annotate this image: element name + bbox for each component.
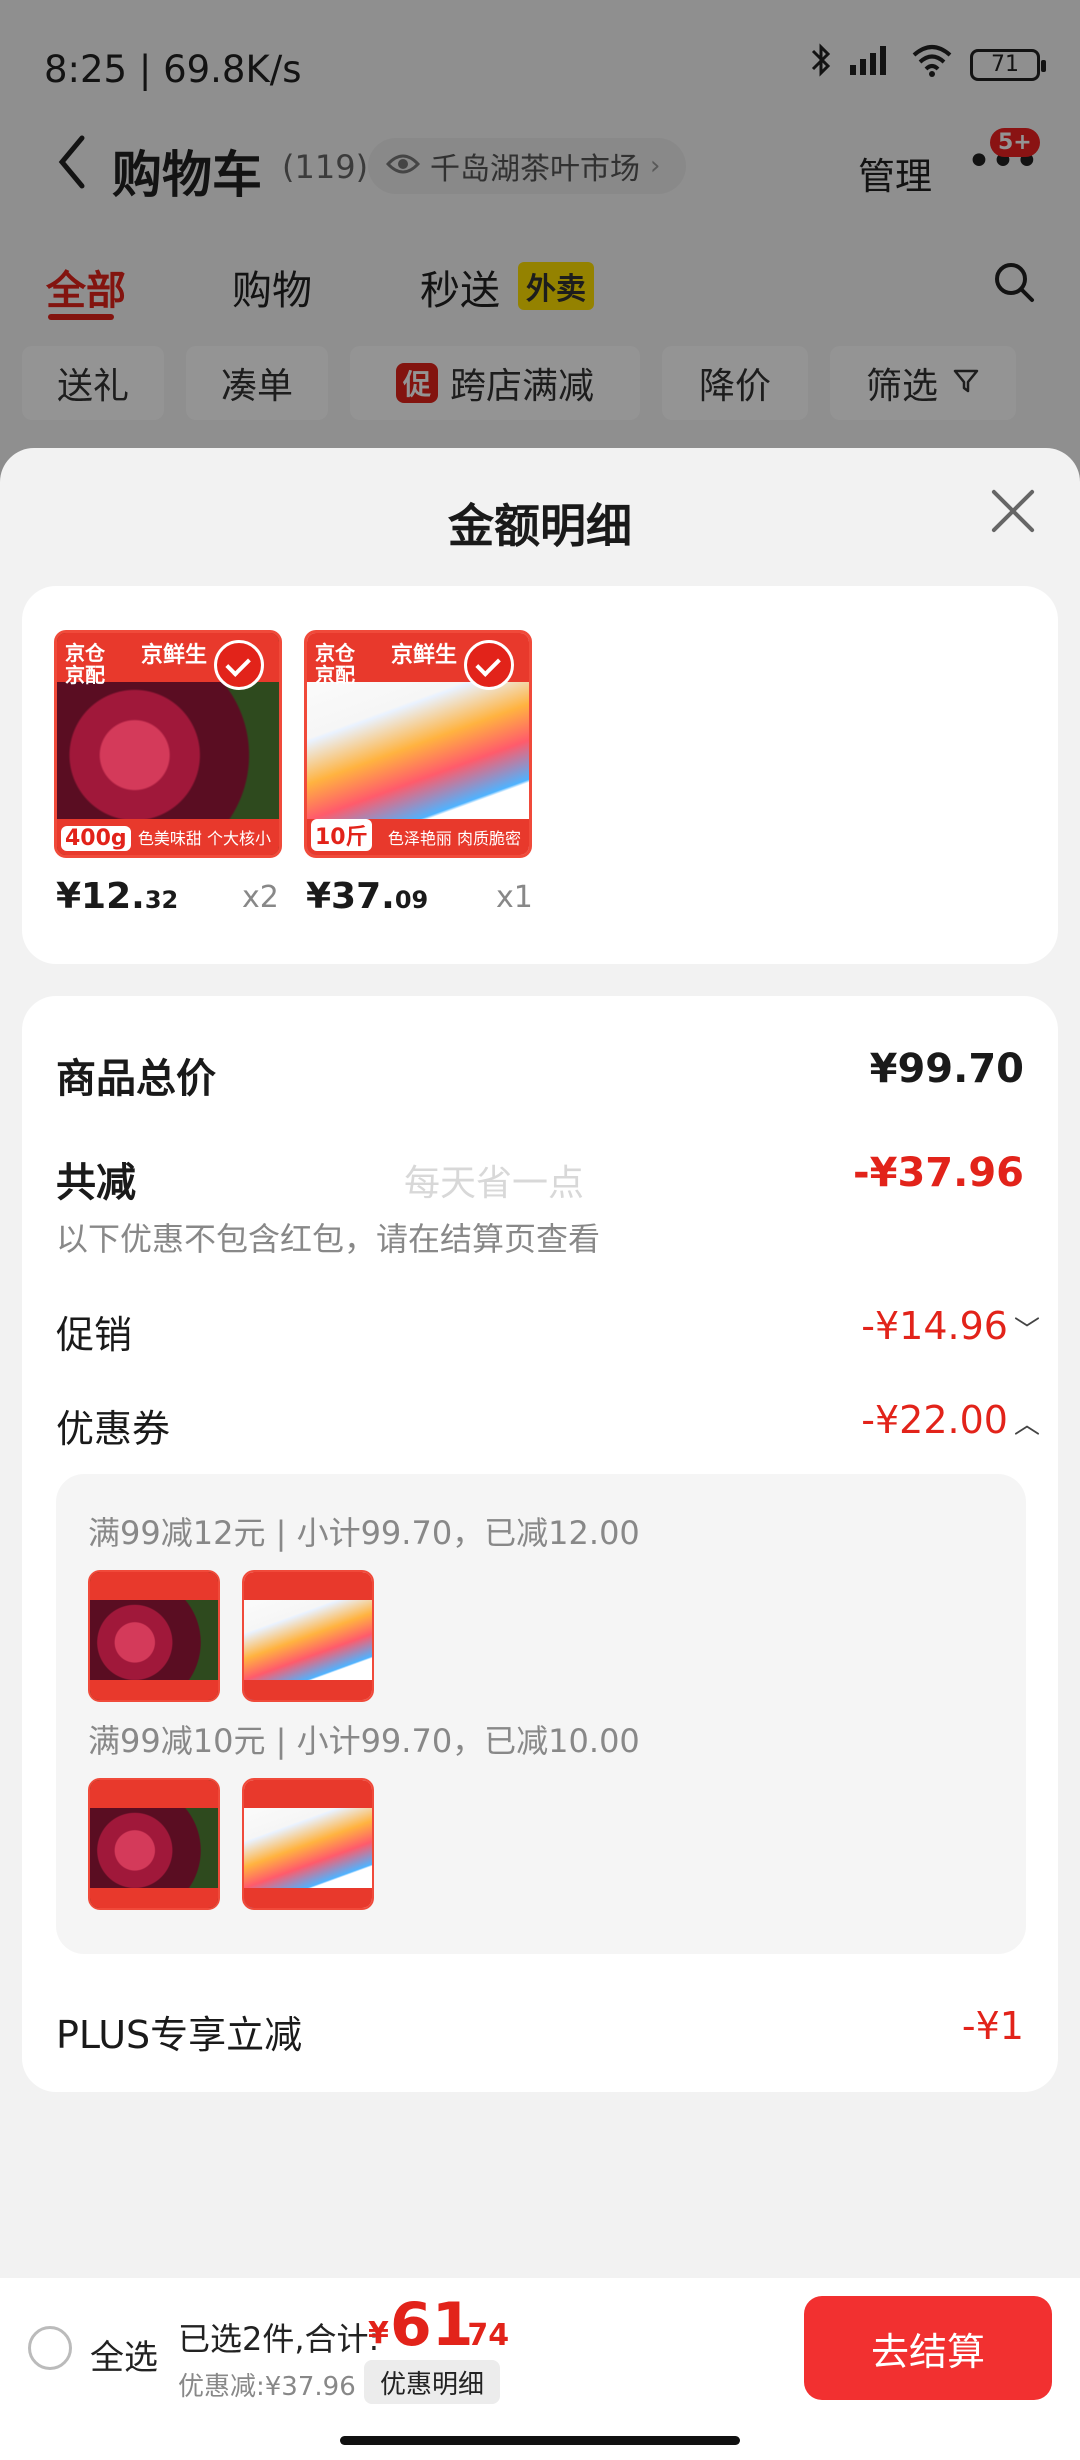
selected-count-text: 已选2件,合计: bbox=[178, 2320, 380, 2358]
total-decimal: .74 bbox=[456, 2318, 510, 2353]
coupon-line: 满99减12元 | 小计99.70，已减12.00 bbox=[88, 1514, 640, 1552]
thumb-brand-bar bbox=[90, 1780, 218, 1809]
product-tag: 色泽艳丽 肉质脆密 bbox=[387, 829, 521, 849]
total-reduction-value: -¥37.96 bbox=[853, 1150, 1024, 1196]
brand-label: 京配 bbox=[65, 663, 105, 687]
chevron-up-icon: ︿ bbox=[1013, 1410, 1040, 1440]
select-all-label[interactable]: 全选 bbox=[90, 2330, 158, 2379]
watermark-text: 每天省一点 bbox=[404, 1163, 585, 1204]
thumb-tag-bar bbox=[244, 1679, 372, 1700]
thumb-tag-bar bbox=[90, 1679, 218, 1700]
promotion-label: 促销 bbox=[56, 1313, 133, 1357]
coupon-product-thumbnail bbox=[242, 1570, 374, 1702]
promotion-value: -¥14.96 bbox=[861, 1304, 1008, 1348]
price-integer: ¥12. bbox=[56, 876, 145, 917]
sheet-title: 金额明细 bbox=[448, 499, 632, 553]
thumb-tag-bar bbox=[90, 1887, 218, 1908]
discount-detail-button[interactable]: 优惠明细 bbox=[364, 2360, 501, 2404]
product-price: ¥37.09 bbox=[306, 876, 428, 917]
chevron-down-icon: ﹀ bbox=[1013, 1316, 1040, 1346]
selected-check-icon bbox=[464, 640, 514, 690]
total-currency: ¥ bbox=[368, 2316, 389, 2351]
total-price-value: ¥99.70 bbox=[869, 1046, 1024, 1092]
thumb-brand-bar bbox=[90, 1572, 218, 1601]
coupon-product-thumbnail bbox=[242, 1778, 374, 1910]
coupon-value: -¥22.00 bbox=[861, 1398, 1008, 1442]
total-price-label: 商品总价 bbox=[56, 1056, 216, 1102]
coupon-product-thumbnail bbox=[88, 1778, 220, 1910]
product-quantity: x2 bbox=[242, 880, 279, 915]
thumb-brand-bar bbox=[244, 1572, 372, 1601]
coupon-label: 优惠券 bbox=[56, 1407, 171, 1451]
price-decimal: 32 bbox=[144, 886, 179, 914]
coupon-row[interactable]: -¥22.00 ︿ bbox=[861, 1398, 1040, 1442]
brand-label: 京配 bbox=[315, 663, 355, 687]
promotion-row[interactable]: -¥14.96 ﹀ bbox=[861, 1304, 1040, 1348]
product-tag: 色美味甜 个大核小 bbox=[137, 829, 271, 849]
thumb-tag-bar bbox=[244, 1887, 372, 1908]
checkout-button[interactable]: 去结算 bbox=[804, 2296, 1052, 2400]
brand-right-label: 京鲜生 bbox=[391, 643, 458, 668]
coupon-product-thumbnail bbox=[88, 1570, 220, 1702]
product-quantity: x1 bbox=[496, 880, 533, 915]
coupon-line: 满99减10元 | 小计99.70，已减10.00 bbox=[88, 1722, 640, 1760]
selected-check-icon bbox=[214, 640, 264, 690]
plus-discount-value: -¥1 bbox=[961, 2004, 1024, 2048]
price-decimal: 09 bbox=[394, 886, 429, 914]
total-reduction-label: 共减 bbox=[56, 1160, 136, 1206]
brand-right-label: 京鲜生 bbox=[141, 643, 208, 668]
thumb-brand-bar bbox=[244, 1780, 372, 1809]
plus-discount-label: PLUS专享立减 bbox=[56, 2013, 303, 2057]
product-price: ¥12.32 bbox=[56, 876, 178, 917]
product-weight: 10斤 bbox=[311, 819, 372, 851]
discount-summary: 优惠减:¥37.96 bbox=[178, 2372, 356, 2402]
product-weight: 400g bbox=[61, 826, 131, 851]
price-integer: ¥37. bbox=[306, 876, 395, 917]
select-all-radio[interactable] bbox=[28, 2326, 72, 2370]
reduction-note: 以下优惠不包含红包，请在结算页查看 bbox=[56, 1220, 601, 1258]
close-icon[interactable] bbox=[986, 484, 1040, 538]
home-indicator[interactable] bbox=[340, 2436, 740, 2445]
